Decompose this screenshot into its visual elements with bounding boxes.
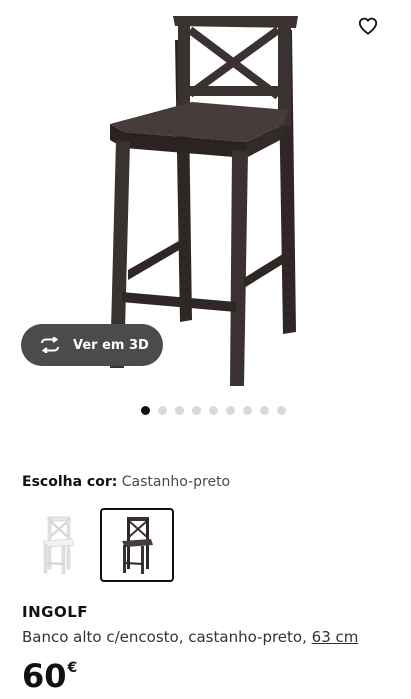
product-description: Banco alto c/encosto, castanho-preto, 63… [22,628,358,646]
gallery-dot[interactable] [277,406,286,415]
gallery-dot[interactable] [141,406,150,415]
product-image-gallery[interactable]: Ver em 3D [0,0,411,395]
color-swatch-castanho-preto[interactable] [100,508,174,582]
product-name: INGOLF [22,603,89,621]
gallery-pagination [141,406,286,415]
gallery-dot[interactable] [158,406,167,415]
price-value: 60 [22,657,67,695]
gallery-dot[interactable] [175,406,184,415]
view-3d-label: Ver em 3D [73,337,149,353]
color-choice-value: Castanho-preto [121,474,231,490]
gallery-dot[interactable] [209,406,218,415]
color-choice-label: Escolha cor: [22,474,118,490]
white-stool-thumbnail [42,516,75,575]
dark-stool-thumbnail [122,517,153,574]
product-price: 60 € [22,656,77,696]
rotate-3d-icon [41,337,59,353]
gallery-dot[interactable] [192,406,201,415]
heart-icon [358,17,378,35]
price-currency: € [67,660,78,676]
gallery-dot[interactable] [260,406,269,415]
product-size-link[interactable]: 63 cm [312,628,359,646]
color-choice: Escolha cor: Castanho-preto [22,474,230,490]
gallery-dot[interactable] [243,406,252,415]
view-3d-button[interactable]: Ver em 3D [21,324,163,366]
gallery-dot[interactable] [226,406,235,415]
product-description-text: Banco alto c/encosto, castanho-preto, [22,628,307,646]
color-swatch-white[interactable] [21,508,95,582]
favorite-button[interactable] [352,10,384,42]
